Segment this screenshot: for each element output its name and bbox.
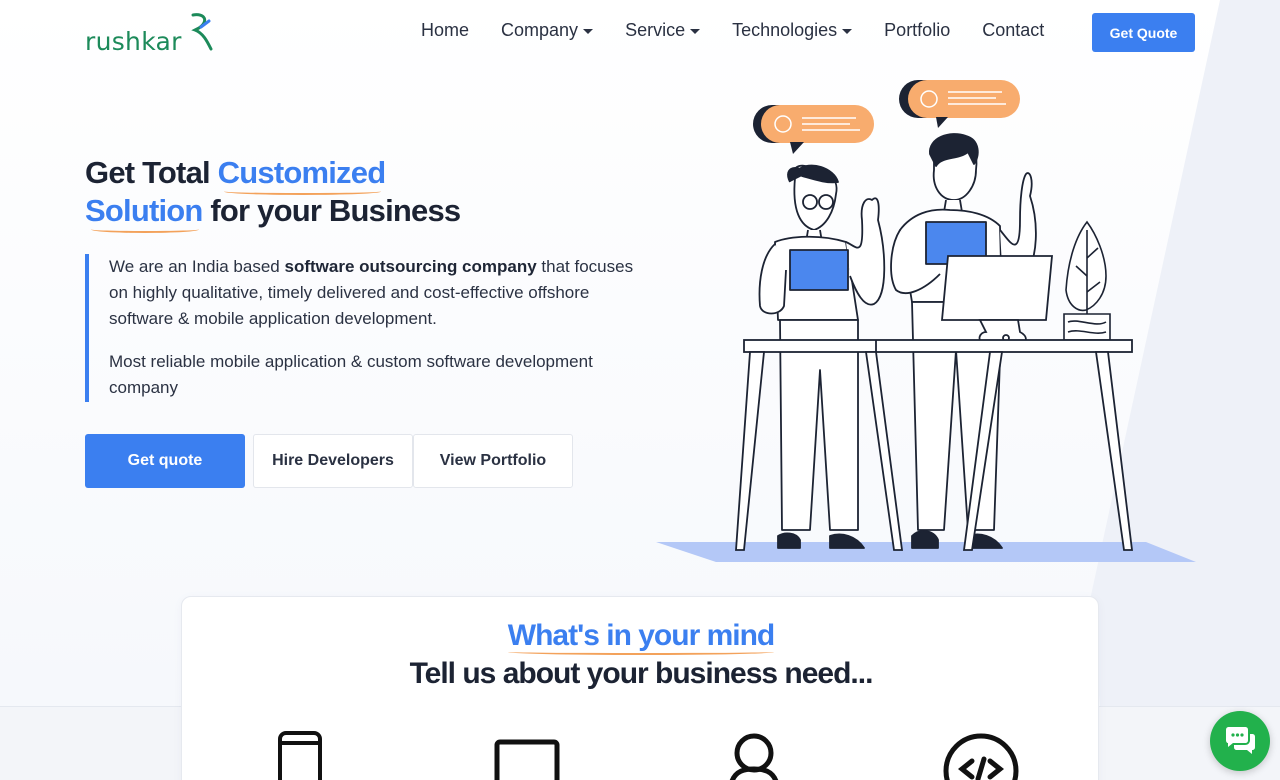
nav-item-portfolio[interactable]: Portfolio xyxy=(868,20,966,41)
get-quote-nav-button[interactable]: Get Quote xyxy=(1092,13,1195,52)
rushkar-logo[interactable]: rushkar xyxy=(85,13,215,56)
nav-item-label: Home xyxy=(421,20,470,40)
hero-description-paragraph: Most reliable mobile application & custo… xyxy=(109,352,593,397)
caret-down-icon xyxy=(842,29,853,34)
nav-item-technologies[interactable]: Technologies xyxy=(716,20,868,41)
hire-developers-button[interactable]: Hire Developers xyxy=(253,434,413,488)
hero-description-paragraph: We are an India based software outsourci… xyxy=(109,254,645,332)
hero-title-text: Get Total xyxy=(85,155,218,190)
mobile-phone-icon[interactable] xyxy=(278,731,324,780)
nav-item-label: Technologies xyxy=(732,20,838,40)
laptop-icon[interactable] xyxy=(494,739,560,780)
navbar: rushkar Home Company Service Technologie… xyxy=(0,0,1280,66)
nav-item-company[interactable]: Company xyxy=(485,20,609,41)
business-need-card: What's in your mind Tell us about your b… xyxy=(181,596,1099,780)
logo-mark-icon xyxy=(191,13,213,51)
hero-title-text: for your Business xyxy=(202,193,461,228)
nav-item-label: Contact xyxy=(982,20,1045,40)
two-developers-at-desk-illustration xyxy=(656,80,1196,562)
nav-menu: Home Company Service Technologies Portfo… xyxy=(405,20,1060,41)
section-title-text: What's in your mind xyxy=(507,619,775,655)
hero-title: Get Total Customized Solution for your Bu… xyxy=(85,154,525,233)
caret-down-icon xyxy=(583,29,594,34)
nav-item-label: Company xyxy=(501,20,579,40)
nav-item-service[interactable]: Service xyxy=(609,20,716,41)
speech-bubble-icon xyxy=(753,105,874,154)
hero-buttons: Get quote Hire Developers View Portfolio xyxy=(85,434,573,488)
hero-title-highlight: Solution xyxy=(85,193,203,233)
logo-wordmark: rushkar xyxy=(85,27,182,56)
view-portfolio-button[interactable]: View Portfolio xyxy=(413,434,573,488)
desc-text: We are an India based xyxy=(109,257,285,276)
speech-bubble-icon xyxy=(899,80,1020,128)
caret-down-icon xyxy=(690,29,701,34)
nav-item-contact[interactable]: Contact xyxy=(966,20,1060,41)
desc-bold-text: software outsourcing company xyxy=(284,257,537,276)
hero-description: We are an India based software outsourci… xyxy=(85,254,645,402)
code-icon[interactable] xyxy=(942,733,1020,780)
user-icon[interactable] xyxy=(726,731,782,780)
live-chat-button[interactable] xyxy=(1210,711,1270,771)
section-title: What's in your mind xyxy=(182,619,1100,655)
section-subtitle: Tell us about your business need... xyxy=(409,657,874,690)
woman-figure xyxy=(758,164,886,549)
nav-item-label: Portfolio xyxy=(884,20,951,40)
plant-icon xyxy=(1063,220,1111,341)
get-quote-button[interactable]: Get quote xyxy=(85,434,245,488)
nav-item-label: Service xyxy=(625,20,686,40)
chat-bubbles-icon xyxy=(1226,727,1255,754)
hero-title-highlight: Customized xyxy=(217,155,386,195)
nav-item-home[interactable]: Home xyxy=(405,20,485,41)
